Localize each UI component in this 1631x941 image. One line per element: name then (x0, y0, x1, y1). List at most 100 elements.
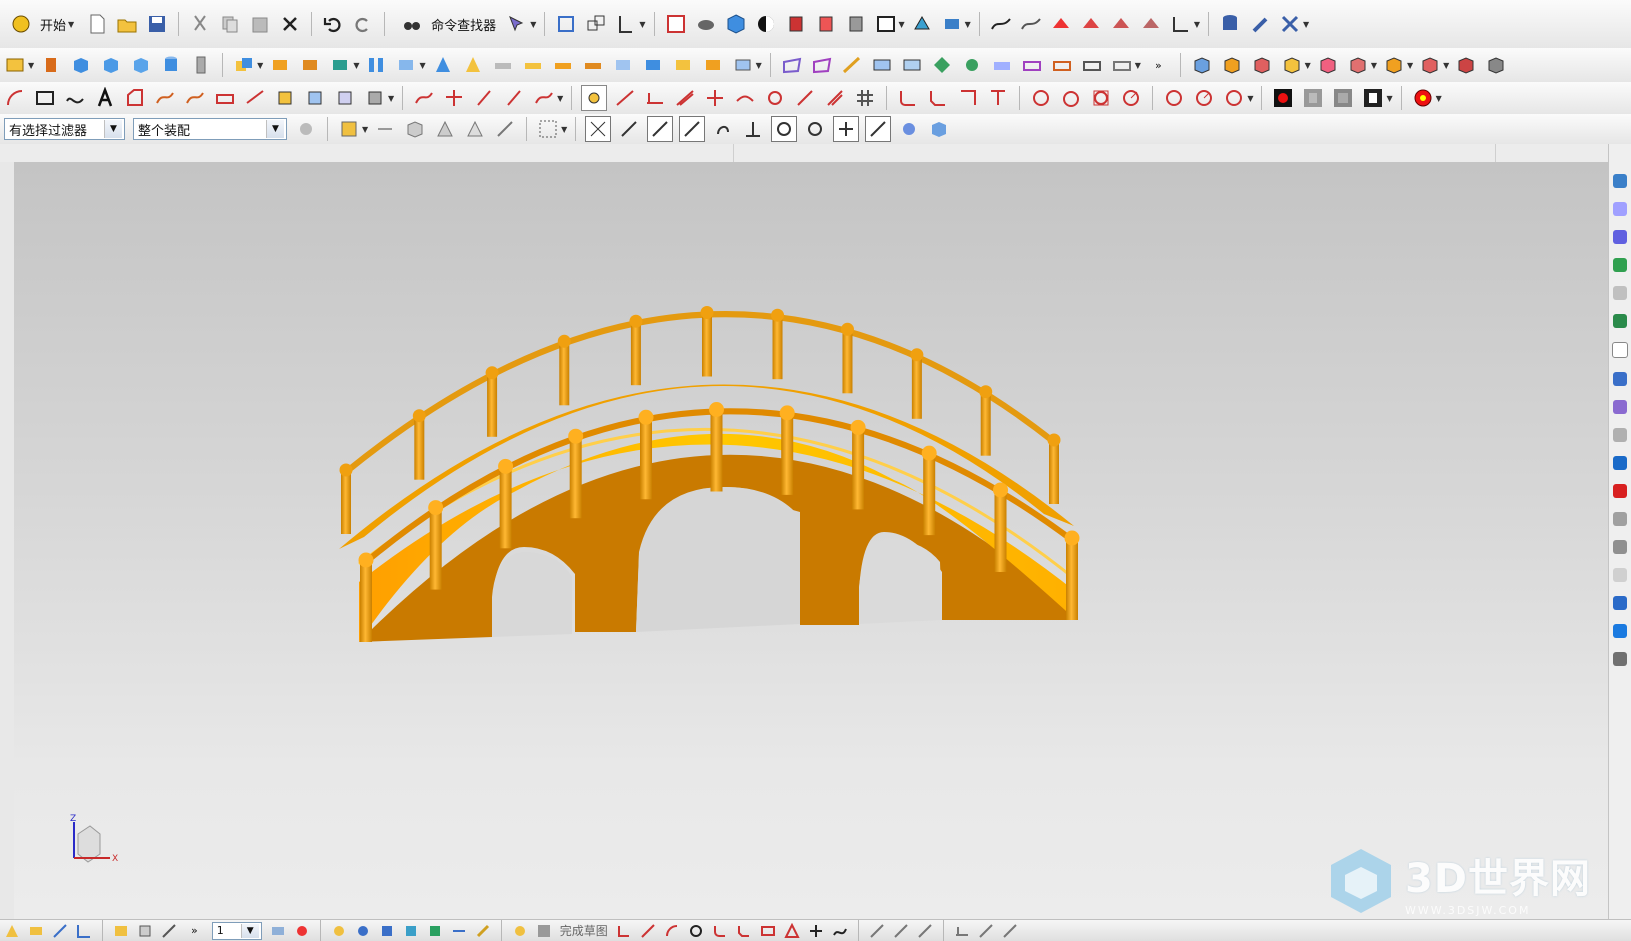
sketch-auto-constraint-icon[interactable] (1001, 922, 1019, 940)
snap-control-icon[interactable] (647, 116, 674, 142)
sew-icon[interactable] (581, 53, 605, 77)
move-to-layer-icon[interactable] (293, 922, 311, 940)
assembly-array-icon[interactable] (1250, 53, 1274, 77)
undo-icon[interactable] (321, 12, 345, 36)
extract-geometry-icon[interactable] (611, 53, 635, 77)
overflow-chevron-icon[interactable]: » (191, 924, 198, 937)
select-region-icon[interactable] (536, 117, 560, 141)
assembly-move-icon[interactable] (1346, 53, 1370, 77)
sketch-dimension-icon[interactable] (953, 922, 971, 940)
cone-icon[interactable] (129, 53, 153, 77)
snap-center-icon[interactable] (771, 116, 798, 142)
sketch-circle-icon[interactable] (687, 922, 705, 940)
measure-icon[interactable] (1169, 12, 1193, 36)
sketch-fillet-icon[interactable] (711, 922, 729, 940)
knowledge-fusion-icon[interactable] (1613, 484, 1627, 498)
chevron-down-icon[interactable]: ▼ (1135, 61, 1141, 70)
assembly-add-icon[interactable] (1190, 53, 1214, 77)
finish-sketch-flag-icon[interactable] (535, 922, 553, 940)
deselect-icon[interactable] (373, 117, 397, 141)
spline-icon[interactable] (63, 86, 87, 110)
unite-icon[interactable] (232, 53, 256, 77)
stretch-curve-icon[interactable] (502, 86, 526, 110)
section-curve-icon[interactable] (273, 86, 297, 110)
dimension-parallel-icon[interactable] (703, 86, 727, 110)
sketch-chamfer-icon[interactable] (735, 922, 753, 940)
sequence-icon[interactable] (1418, 53, 1442, 77)
manufacturing-wizard-icon[interactable] (1613, 456, 1627, 470)
chevron-down-icon[interactable]: ▼ (362, 125, 368, 134)
circle-box-icon[interactable] (1089, 86, 1113, 110)
roles-icon[interactable] (1613, 400, 1627, 414)
circle-segment-icon[interactable] (1222, 86, 1246, 110)
draft-icon[interactable] (431, 53, 455, 77)
web-browser-icon[interactable] (1613, 286, 1627, 300)
assembly-mate-icon[interactable] (1316, 53, 1340, 77)
extrude-icon[interactable] (39, 53, 63, 77)
transform-icon[interactable] (378, 922, 396, 940)
quick-trim-icon[interactable] (956, 86, 980, 110)
measure-distance-icon[interactable] (450, 922, 468, 940)
chevron-down-icon[interactable]: ▼ (530, 20, 536, 29)
edit-icon[interactable] (160, 922, 178, 940)
wrap-curve-icon[interactable] (363, 86, 387, 110)
chevron-down-icon[interactable]: ▼ (266, 120, 284, 138)
chevron-down-icon[interactable]: ▼ (1407, 61, 1413, 70)
paste-icon[interactable] (248, 12, 272, 36)
invert-show-icon[interactable] (354, 922, 372, 940)
reflection-icon[interactable] (1109, 12, 1133, 36)
pattern-icon[interactable] (364, 53, 388, 77)
block-icon[interactable] (69, 53, 93, 77)
circle-tangent-icon[interactable] (1119, 86, 1143, 110)
chevron-down-icon[interactable]: ▼ (1305, 61, 1311, 70)
deviation-icon[interactable] (1079, 12, 1103, 36)
delete-icon[interactable] (278, 12, 302, 36)
process-studio-icon[interactable] (1613, 372, 1627, 386)
snap-intersection-icon[interactable] (679, 116, 706, 142)
playback-icon[interactable] (1361, 86, 1385, 110)
point-icon[interactable] (3, 922, 21, 940)
trim-sheet-icon[interactable] (1020, 53, 1044, 77)
dimension-vertical-icon[interactable] (673, 86, 697, 110)
open-folder-icon[interactable] (115, 12, 139, 36)
graphics-viewport[interactable]: Z X (14, 162, 1608, 919)
exploded-view-icon[interactable] (1382, 53, 1406, 77)
tools-icon[interactable] (1278, 12, 1302, 36)
snap-3d-icon[interactable] (927, 117, 951, 141)
overflow-chevron-icon[interactable]: » (1155, 59, 1162, 72)
divide-curve-icon[interactable] (472, 86, 496, 110)
offset-curve-icon[interactable] (123, 86, 147, 110)
quick-extend-icon[interactable] (986, 86, 1010, 110)
join-curve-icon[interactable] (183, 86, 207, 110)
chevron-down-icon[interactable]: ▼ (1371, 61, 1377, 70)
move-object-icon[interactable] (426, 922, 444, 940)
snap-bounded-grid-icon[interactable] (897, 117, 921, 141)
swept-icon[interactable] (900, 53, 924, 77)
offset-surface-icon[interactable] (990, 53, 1014, 77)
fillet-icon[interactable] (896, 86, 920, 110)
stress-analysis-icon[interactable] (1049, 12, 1073, 36)
circle-icon[interactable] (1029, 86, 1053, 110)
surface-analysis-icon[interactable] (1019, 12, 1043, 36)
snap-tangent-icon[interactable] (711, 117, 735, 141)
bridge-surface-icon[interactable] (1080, 53, 1104, 77)
select-body-icon[interactable] (433, 117, 457, 141)
select-edge-icon[interactable] (493, 117, 517, 141)
chevron-down-icon[interactable]: ▼ (639, 20, 645, 29)
chevron-down-icon[interactable]: ▼ (899, 20, 905, 29)
select-face-icon[interactable] (463, 117, 487, 141)
offset-face-icon[interactable] (461, 53, 485, 77)
sketch-constraint-icon[interactable] (581, 85, 608, 111)
sketch-rectangle-icon[interactable] (759, 922, 777, 940)
intersect-curve-icon[interactable] (243, 86, 267, 110)
sketch-spline-icon[interactable] (831, 922, 849, 940)
chevron-down-icon[interactable]: ▼ (1443, 61, 1449, 70)
section-view-icon[interactable] (784, 12, 808, 36)
command-finder-button[interactable]: 命令查找器 (391, 11, 502, 37)
clip-section-icon[interactable] (844, 12, 868, 36)
rectangle-icon[interactable] (33, 86, 57, 110)
text-icon[interactable] (93, 86, 117, 110)
mirror-icon[interactable] (394, 53, 418, 77)
move-component-icon[interactable] (910, 12, 934, 36)
surface-plane-icon[interactable] (810, 53, 834, 77)
